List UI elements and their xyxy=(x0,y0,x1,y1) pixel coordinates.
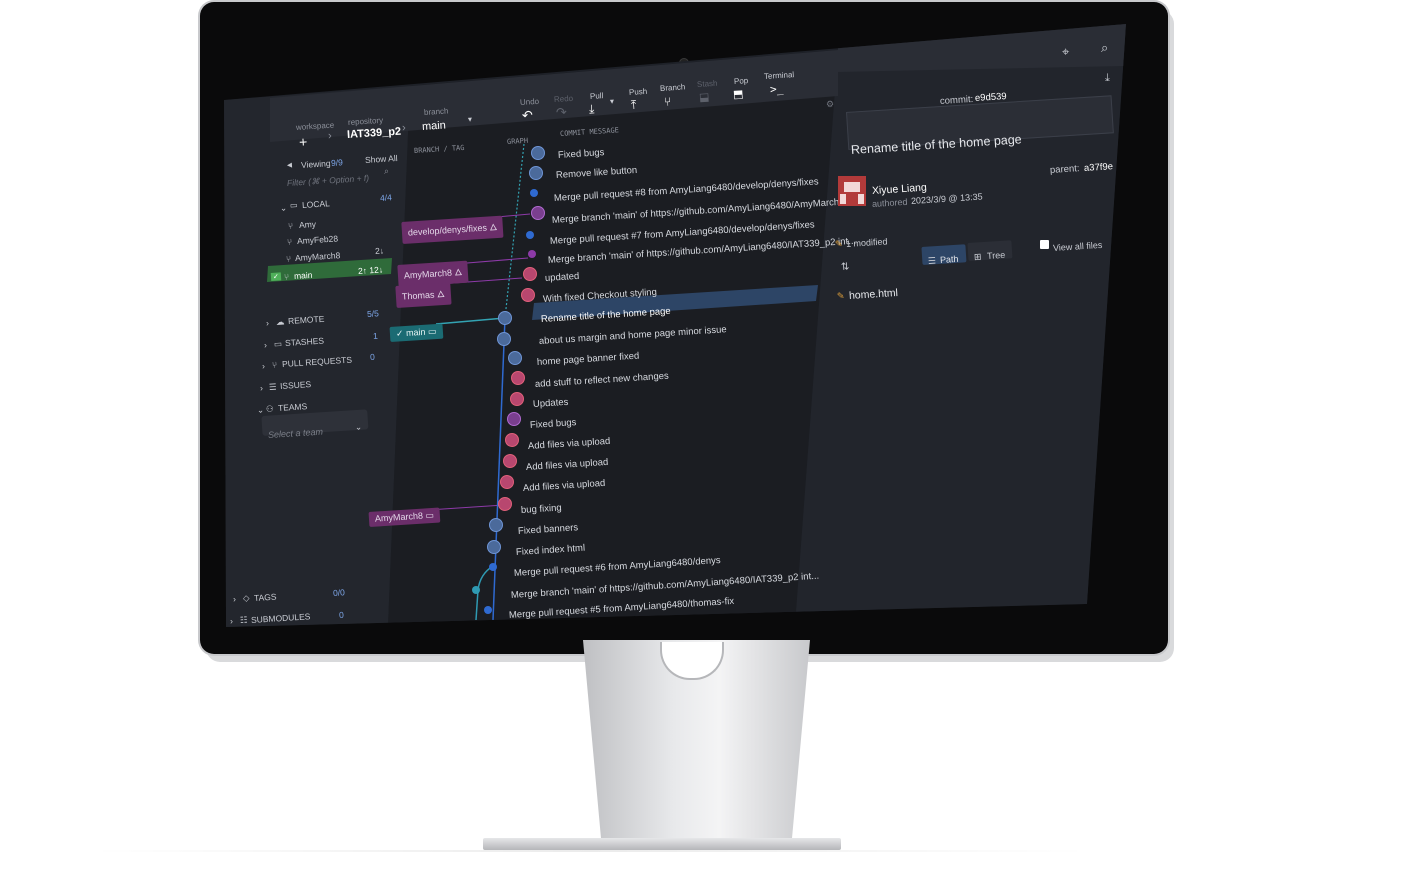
commit-avatar xyxy=(508,351,522,365)
commit-avatar xyxy=(531,146,545,160)
branch-tag-label: AmyMarch8 xyxy=(374,510,424,524)
commit-avatar xyxy=(489,518,503,532)
merge-commit-dot xyxy=(530,189,538,197)
commit-message[interactable]: Updates xyxy=(533,397,569,410)
commit-avatar xyxy=(497,332,511,346)
laptop-icon: ▭ xyxy=(425,509,435,521)
commit-message[interactable]: updated xyxy=(545,271,580,284)
floor-shadow xyxy=(90,850,1090,852)
branch-tag-label: develop/denys/fixes xyxy=(407,222,488,238)
commit-avatar xyxy=(500,475,514,489)
merge-commit-dot xyxy=(472,586,480,594)
pencil-icon: ✎ xyxy=(834,238,843,249)
path-view-label: Path xyxy=(939,253,959,265)
tree-icon: ⊞ xyxy=(973,251,982,262)
commit-avatar xyxy=(531,206,545,220)
monitor-base xyxy=(483,838,841,850)
flame-icon: 🜂 xyxy=(436,288,446,300)
laptop-icon: ▭ xyxy=(427,326,437,337)
parent-label: parent: xyxy=(1049,163,1080,176)
branch-tag-label: AmyMarch8 xyxy=(403,267,453,281)
flame-icon: 🜂 xyxy=(454,266,463,278)
sort-icon[interactable]: ⇅ xyxy=(841,261,850,273)
branch-tag-label: Thomas xyxy=(401,289,435,302)
commit-avatar xyxy=(487,540,501,554)
view-all-files-checkbox[interactable] xyxy=(1040,240,1049,249)
commit-avatar xyxy=(505,433,519,447)
commit-avatar xyxy=(510,392,524,406)
commit-avatar xyxy=(507,412,521,426)
parent-hash[interactable]: a37f9e xyxy=(1084,161,1114,174)
commit-avatar xyxy=(503,454,517,468)
tree-view-label: Tree xyxy=(986,249,1006,261)
commit-avatar xyxy=(498,311,512,325)
commit-avatar xyxy=(511,371,525,385)
author-avatar xyxy=(838,176,866,206)
monitor: workspace + › repository IAT339_p2 › bra… xyxy=(0,0,1411,892)
commit-avatar xyxy=(521,288,535,302)
commit-avatar xyxy=(529,166,543,180)
merge-commit-dot xyxy=(484,606,492,614)
branch-tag-thomas[interactable]: Thomas 🜂 xyxy=(395,282,452,308)
commit-avatar xyxy=(498,497,512,511)
merge-commit-dot xyxy=(528,250,536,258)
flame-icon: 🜂 xyxy=(489,222,498,233)
check-icon: ✓ xyxy=(395,328,404,339)
list-icon: ☰ xyxy=(927,255,937,266)
merge-commit-dot xyxy=(526,231,534,239)
merge-commit-dot xyxy=(489,563,497,571)
branch-tag-label: main xyxy=(405,326,426,338)
pencil-icon: ✎ xyxy=(836,290,845,301)
commit-avatar xyxy=(523,267,537,281)
